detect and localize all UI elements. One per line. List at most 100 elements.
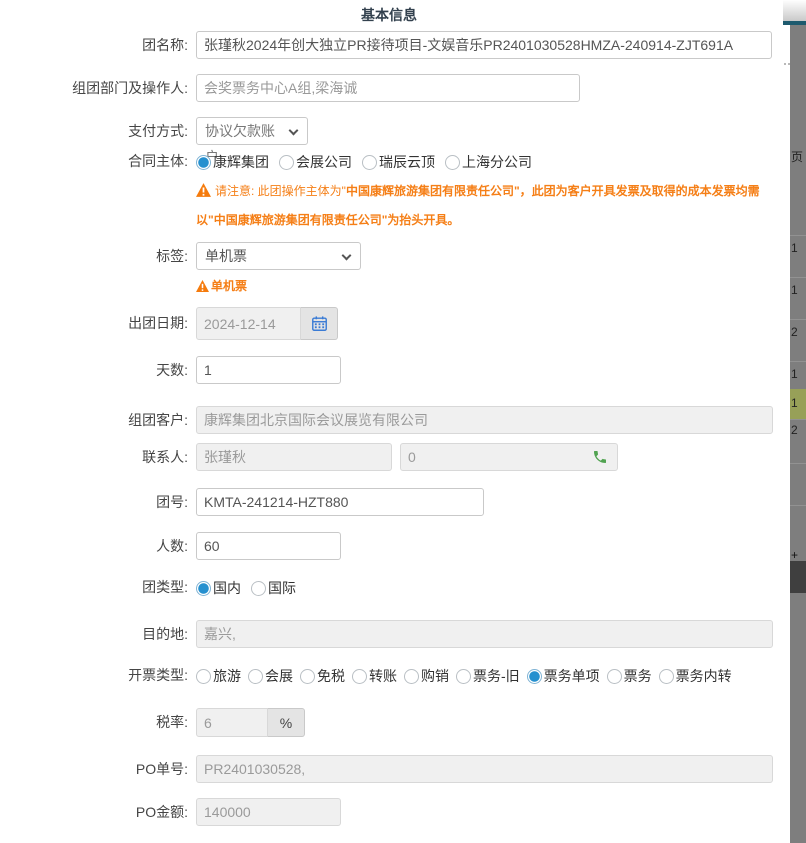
- po-amount-label: PO金额:: [0, 798, 188, 826]
- radio-icon: [279, 155, 294, 170]
- destination-input: [196, 620, 773, 648]
- depart-date-label: 出团日期:: [0, 307, 188, 340]
- tax-rate-input: [196, 708, 268, 737]
- radio-icon: [300, 669, 315, 684]
- strip-separator: [790, 463, 806, 464]
- po-amount-input: [196, 798, 341, 826]
- strip-separator: [790, 361, 806, 362]
- notice-prefix: 请注意:: [215, 184, 258, 198]
- people-count-input[interactable]: [196, 532, 341, 560]
- tag-label: 标签:: [0, 242, 188, 270]
- group-name-input[interactable]: [196, 31, 772, 59]
- strip-separator: [790, 505, 806, 506]
- strip-separator: [790, 277, 806, 278]
- radio-selected-icon: [196, 581, 211, 596]
- group-no-input[interactable]: [196, 488, 484, 516]
- radio-shanghai-branch[interactable]: 上海分公司: [445, 152, 532, 172]
- strip-separator: [790, 235, 806, 236]
- background-window-edge: [783, 0, 806, 21]
- payment-label: 支付方式:: [0, 117, 188, 145]
- contract-notice: 请注意: 此团操作主体为"中国康辉旅游集团有限责任公司"，此团为客户开具发票及取…: [196, 177, 782, 235]
- tax-rate-label: 税率:: [0, 708, 188, 737]
- notice-company: 中国康辉旅游集团有限责任公司: [346, 184, 514, 198]
- radio-icon: [196, 669, 211, 684]
- percent-addon: %: [268, 708, 305, 737]
- warning-icon: [196, 183, 211, 197]
- invoice-type-label: 开票类型:: [0, 666, 188, 684]
- calendar-button[interactable]: [301, 307, 338, 340]
- radio-ticketing-internal[interactable]: 票务内转: [659, 666, 732, 686]
- radio-icon: [251, 581, 266, 596]
- payment-select[interactable]: 协议欠款账户: [196, 117, 308, 145]
- tag-warning: 单机票: [196, 277, 361, 294]
- radio-selected-icon: [196, 155, 211, 170]
- radio-exhibition-company[interactable]: 会展公司: [279, 152, 352, 172]
- group-name-label: 团名称:: [0, 31, 188, 59]
- customer-label: 组团客户:: [0, 406, 188, 434]
- contact-label: 联系人:: [0, 443, 188, 471]
- notice-company: 中国康辉旅游集团有限责任公司: [214, 213, 382, 227]
- contact-name-input: [196, 443, 392, 471]
- clipped-row-number: 1: [791, 241, 798, 255]
- basic-info-form: 基本信息 团名称: 组团部门及操作人: 支付方式: 协议欠款账户 合同主体: 康…: [0, 0, 806, 843]
- customer-input: [196, 406, 773, 434]
- phone-call-button[interactable]: [592, 449, 608, 470]
- invoice-type-radio-group: 旅游 会展 免税 转账 购销 票务-旧 票务单项 票务: [196, 666, 732, 686]
- notice-text: "为抬头开具。: [382, 213, 460, 227]
- tag-select[interactable]: 单机票: [196, 242, 361, 270]
- radio-domestic[interactable]: 国内: [196, 578, 241, 598]
- radio-duty-free[interactable]: 免税: [300, 666, 345, 686]
- scrollbar-thumb[interactable]: [790, 561, 806, 593]
- radio-ticketing-single[interactable]: 票务单项: [527, 666, 600, 686]
- radio-icon: [352, 669, 367, 684]
- radio-transfer[interactable]: 转账: [352, 666, 397, 686]
- radio-ruichen-yunding[interactable]: 瑞辰云顶: [362, 152, 435, 172]
- radio-travel[interactable]: 旅游: [196, 666, 241, 686]
- tag-select-value: 单机票: [205, 248, 247, 264]
- people-count-label: 人数:: [0, 532, 188, 560]
- radio-purchase-sale[interactable]: 购销: [404, 666, 449, 686]
- po-number-label: PO单号:: [0, 755, 188, 783]
- strip-separator: [790, 419, 806, 420]
- phone-icon: [592, 449, 608, 465]
- days-label: 天数:: [0, 356, 188, 384]
- dept-operator-input[interactable]: [196, 74, 580, 102]
- group-no-label: 团号:: [0, 488, 188, 516]
- radio-icon: [445, 155, 460, 170]
- clipped-row-number: 1: [791, 283, 798, 297]
- calendar-icon: [311, 315, 328, 332]
- radio-icon: [248, 669, 263, 684]
- strip-separator: [790, 319, 806, 320]
- radio-icon: [659, 669, 674, 684]
- clipped-row-number: 2: [791, 423, 798, 437]
- contact-phone-wrap: [400, 443, 618, 471]
- page-title: 基本信息: [0, 5, 778, 25]
- notice-text: 此团操作主体为": [258, 184, 346, 198]
- dept-operator-label: 组团部门及操作人:: [0, 74, 188, 102]
- days-input[interactable]: [196, 356, 341, 384]
- destination-label: 目的地:: [0, 620, 188, 648]
- radio-selected-icon: [527, 669, 542, 684]
- warning-icon: [196, 280, 209, 292]
- radio-ticketing[interactable]: 票务: [607, 666, 652, 686]
- clipped-row-number: 2: [791, 325, 798, 339]
- po-number-input: [196, 755, 773, 783]
- radio-icon: [456, 669, 471, 684]
- radio-icon: [362, 155, 377, 170]
- contract-entity-radio-group: 康辉集团 会展公司 瑞辰云顶 上海分公司: [196, 152, 542, 172]
- radio-international[interactable]: 国际: [251, 578, 296, 598]
- radio-ticketing-old[interactable]: 票务-旧: [456, 666, 520, 686]
- clipped-text: 页: [791, 150, 803, 164]
- radio-kanghui-group[interactable]: 康辉集团: [196, 152, 269, 172]
- group-type-radio-group: 国内 国际: [196, 578, 306, 598]
- radio-exhibition[interactable]: 会展: [248, 666, 293, 686]
- chevron-down-icon: [342, 251, 352, 261]
- chevron-down-icon: [289, 126, 299, 136]
- tag-warning-text: 单机票: [211, 277, 247, 294]
- clipped-row-number: 1: [791, 367, 798, 381]
- contract-entity-label: 合同主体:: [0, 152, 188, 170]
- radio-icon: [404, 669, 419, 684]
- group-type-label: 团类型:: [0, 578, 188, 596]
- clipped-row-number: 1: [791, 396, 798, 410]
- depart-date-input: [196, 307, 301, 340]
